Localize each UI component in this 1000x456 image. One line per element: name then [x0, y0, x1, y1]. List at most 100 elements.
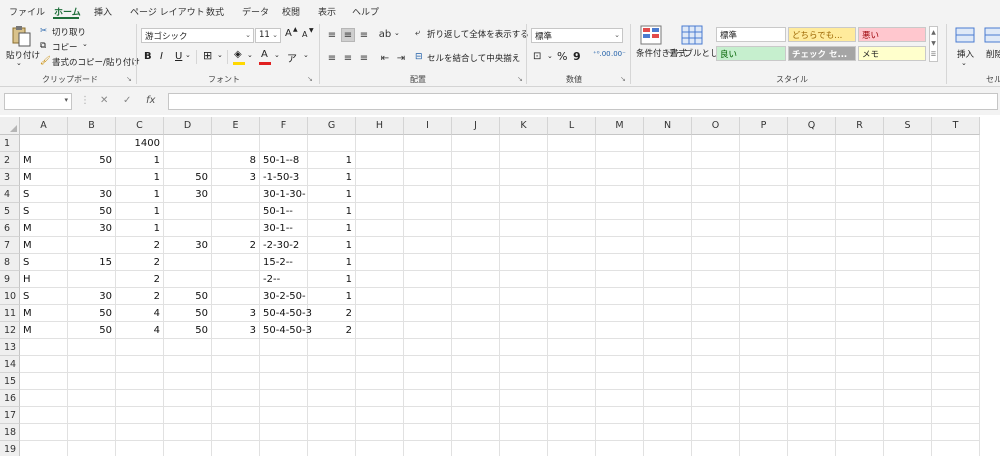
cell-f17[interactable] — [260, 407, 308, 424]
format-as-table-icon[interactable] — [681, 25, 703, 45]
cell-t13[interactable] — [932, 339, 980, 356]
cell-t15[interactable] — [932, 373, 980, 390]
cell-t5[interactable] — [932, 203, 980, 220]
cell-p7[interactable] — [740, 237, 788, 254]
column-header-h[interactable]: H — [356, 117, 404, 135]
cell-o3[interactable] — [692, 169, 740, 186]
row-header-5[interactable]: 5 — [0, 203, 20, 220]
cell-b10[interactable]: 30 — [68, 288, 116, 305]
cell-m5[interactable] — [596, 203, 644, 220]
row-header-12[interactable]: 12 — [0, 322, 20, 339]
cell-r5[interactable] — [836, 203, 884, 220]
align-right-icon[interactable]: ≡ — [357, 51, 371, 65]
comma-button[interactable]: 9 — [573, 50, 581, 63]
cell-j6[interactable] — [452, 220, 500, 237]
styles-scroll[interactable]: ▲ ▼ ☰ — [929, 26, 938, 62]
row-header-17[interactable]: 17 — [0, 407, 20, 424]
cell-l7[interactable] — [548, 237, 596, 254]
font-color-dropdown-icon[interactable]: ⌄ — [274, 51, 280, 59]
cell-t12[interactable] — [932, 322, 980, 339]
cell-l8[interactable] — [548, 254, 596, 271]
cell-m13[interactable] — [596, 339, 644, 356]
cut-icon[interactable]: ✂ — [40, 26, 47, 36]
grow-font-button[interactable]: A — [285, 28, 292, 39]
cell-e1[interactable] — [212, 135, 260, 152]
cell-k18[interactable] — [500, 424, 548, 441]
cell-j16[interactable] — [452, 390, 500, 407]
cell-s1[interactable] — [884, 135, 932, 152]
cell-t14[interactable] — [932, 356, 980, 373]
cell-l3[interactable] — [548, 169, 596, 186]
cell-e5[interactable] — [212, 203, 260, 220]
cell-k9[interactable] — [500, 271, 548, 288]
cell-o9[interactable] — [692, 271, 740, 288]
tab-insert[interactable]: 挿入 — [94, 5, 112, 18]
cell-i4[interactable] — [404, 186, 452, 203]
cell-t19[interactable] — [932, 441, 980, 456]
row-header-16[interactable]: 16 — [0, 390, 20, 407]
paste-dropdown-icon[interactable]: ⌄ — [16, 59, 22, 67]
cell-n15[interactable] — [644, 373, 692, 390]
delete-button[interactable]: 削除 — [986, 50, 1000, 60]
cell-i19[interactable] — [404, 441, 452, 456]
delete-cells-icon[interactable] — [984, 26, 1000, 44]
cell-q4[interactable] — [788, 186, 836, 203]
cell-f5[interactable]: 50-1-- — [260, 203, 308, 220]
cell-c12[interactable]: 4 — [116, 322, 164, 339]
cell-s18[interactable] — [884, 424, 932, 441]
cell-j11[interactable] — [452, 305, 500, 322]
cell-t6[interactable] — [932, 220, 980, 237]
cell-d14[interactable] — [164, 356, 212, 373]
cell-c16[interactable] — [116, 390, 164, 407]
cell-a11[interactable]: M — [20, 305, 68, 322]
cancel-icon[interactable]: ✕ — [100, 95, 108, 106]
cell-m8[interactable] — [596, 254, 644, 271]
cell-h7[interactable] — [356, 237, 404, 254]
cell-i14[interactable] — [404, 356, 452, 373]
cell-o15[interactable] — [692, 373, 740, 390]
cell-h9[interactable] — [356, 271, 404, 288]
cell-q19[interactable] — [788, 441, 836, 456]
cell-h6[interactable] — [356, 220, 404, 237]
insert-dropdown-icon[interactable]: ⌄ — [961, 59, 967, 67]
cell-d2[interactable] — [164, 152, 212, 169]
row-header-9[interactable]: 9 — [0, 271, 20, 288]
cell-g14[interactable] — [308, 356, 356, 373]
cell-n8[interactable] — [644, 254, 692, 271]
cell-g15[interactable] — [308, 373, 356, 390]
cell-o14[interactable] — [692, 356, 740, 373]
cell-b12[interactable]: 50 — [68, 322, 116, 339]
cell-h12[interactable] — [356, 322, 404, 339]
cell-l17[interactable] — [548, 407, 596, 424]
cell-d6[interactable] — [164, 220, 212, 237]
cell-m15[interactable] — [596, 373, 644, 390]
cell-q14[interactable] — [788, 356, 836, 373]
cell-q1[interactable] — [788, 135, 836, 152]
cell-c7[interactable]: 2 — [116, 237, 164, 254]
column-header-d[interactable]: D — [164, 117, 212, 135]
cell-p19[interactable] — [740, 441, 788, 456]
cell-b16[interactable] — [68, 390, 116, 407]
currency-dropdown-icon[interactable]: ⌄ — [547, 52, 553, 60]
cell-q3[interactable] — [788, 169, 836, 186]
cell-f11[interactable]: 50-4-50-3 — [260, 305, 312, 322]
column-header-r[interactable]: R — [836, 117, 884, 135]
paste-icon[interactable] — [9, 24, 33, 48]
cell-n13[interactable] — [644, 339, 692, 356]
cell-q16[interactable] — [788, 390, 836, 407]
cell-s6[interactable] — [884, 220, 932, 237]
cell-t17[interactable] — [932, 407, 980, 424]
cell-g13[interactable] — [308, 339, 356, 356]
cell-g17[interactable] — [308, 407, 356, 424]
cell-t8[interactable] — [932, 254, 980, 271]
cell-q15[interactable] — [788, 373, 836, 390]
cell-c8[interactable]: 2 — [116, 254, 164, 271]
cell-i1[interactable] — [404, 135, 452, 152]
font-size-dropdown[interactable]: 11 ⌄ — [255, 28, 281, 43]
cell-o1[interactable] — [692, 135, 740, 152]
align-left-icon[interactable]: ≡ — [325, 51, 339, 65]
currency-icon[interactable]: ⊡ — [533, 51, 541, 62]
cell-o8[interactable] — [692, 254, 740, 271]
cell-m16[interactable] — [596, 390, 644, 407]
cell-l1[interactable] — [548, 135, 596, 152]
